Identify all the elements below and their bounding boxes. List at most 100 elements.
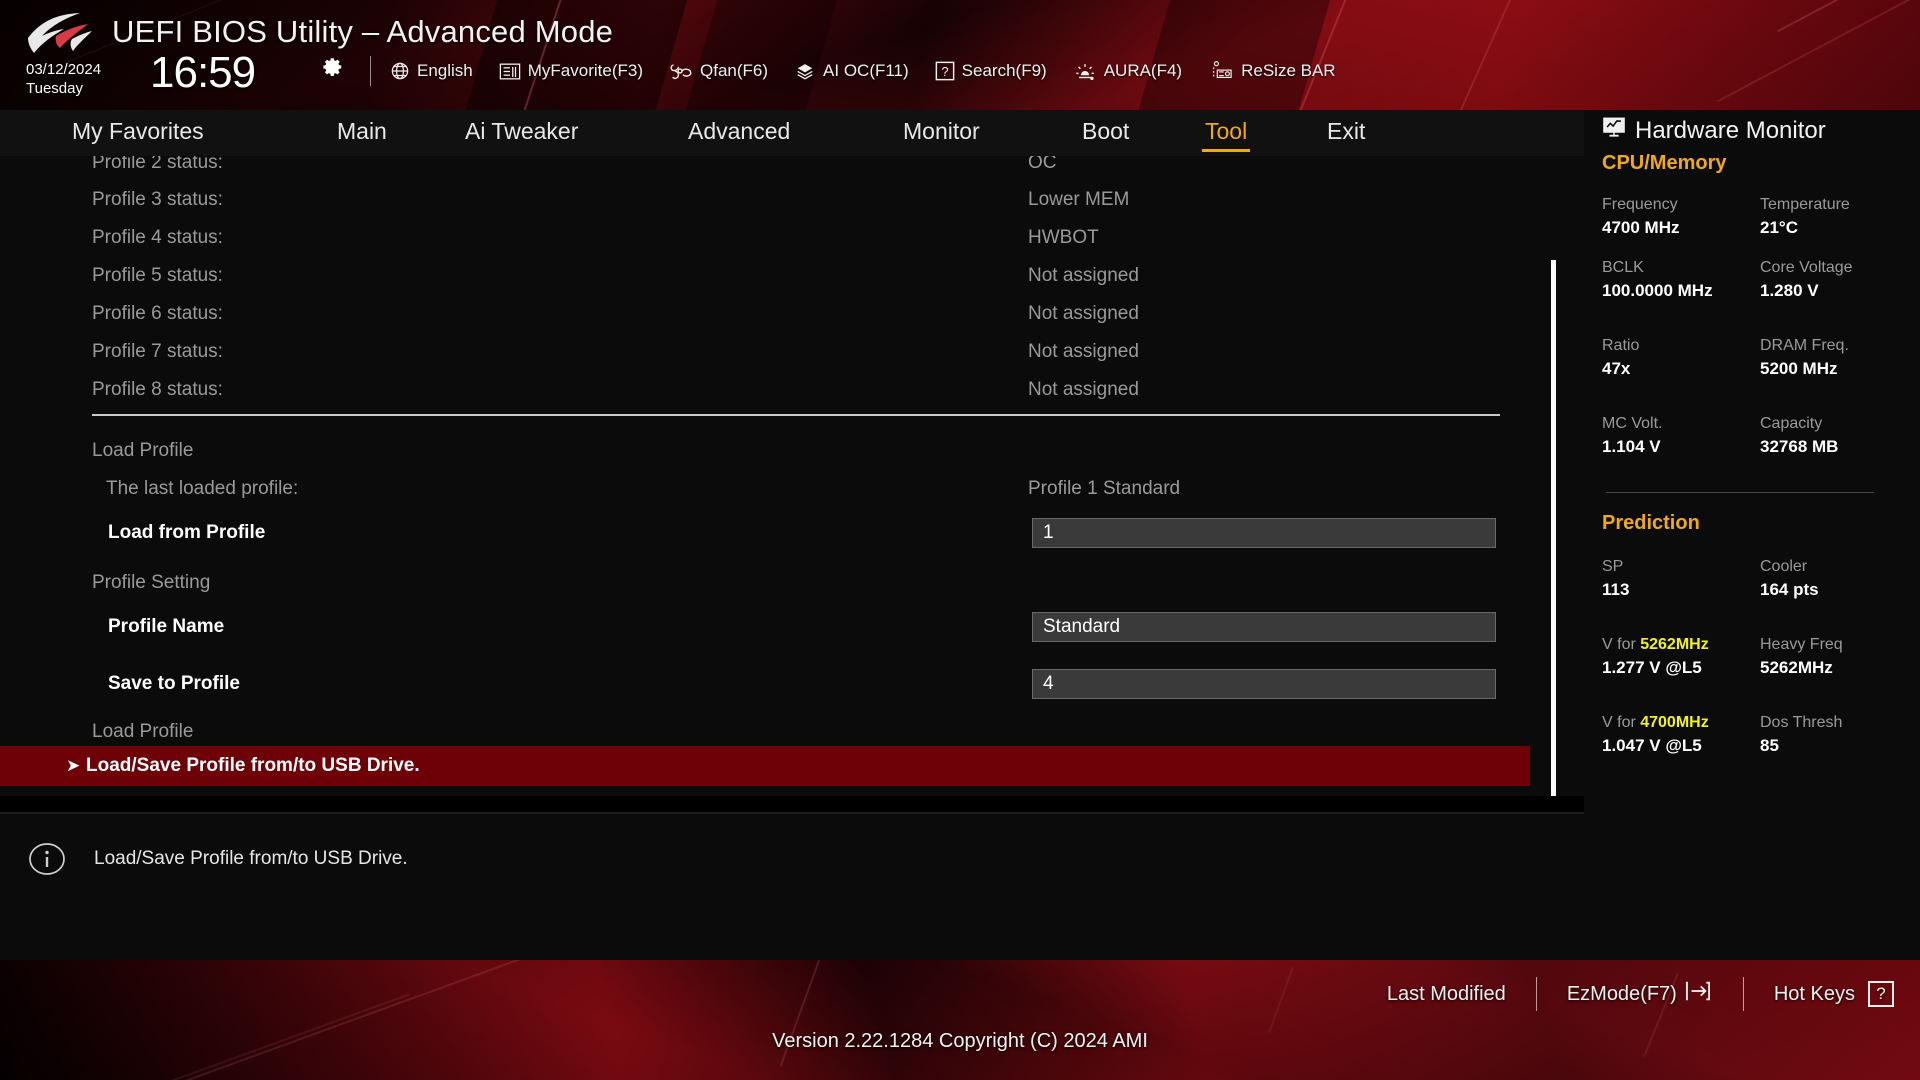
hw-label-highlight: 5262MHz (1640, 636, 1709, 653)
resize-bar-button[interactable]: ReSize BAR (1208, 60, 1336, 82)
profile-name-input[interactable]: Standard (1032, 612, 1496, 642)
hw-label-prefix: V for (1602, 714, 1641, 731)
resize-bar-label: ReSize BAR (1241, 61, 1336, 80)
fan-icon (669, 61, 693, 82)
info-icon (28, 840, 66, 878)
hw-label: SP (1602, 558, 1624, 575)
table-row[interactable]: Profile 7 status: Not assigned (0, 333, 1584, 371)
hw-cell-frequency: Frequency 4700 MHz (1602, 196, 1760, 238)
chevron-right-icon: ➤ (66, 756, 81, 775)
table-row[interactable]: Profile 8 status: Not assigned (0, 371, 1584, 409)
list-icon (499, 62, 521, 81)
tab-tool[interactable]: Tool (1201, 118, 1251, 152)
gear-icon[interactable] (322, 56, 344, 78)
hw-value: 1.104 V (1602, 437, 1661, 456)
hw-label: Core Voltage (1760, 259, 1853, 276)
hw-value: 113 (1602, 580, 1630, 599)
row-load-from-profile[interactable]: Load from Profile 1 (0, 514, 1584, 552)
exit-arrow-icon (1683, 979, 1713, 1009)
hardware-monitor-panel: Hardware Monitor CPU/Memory Frequency 47… (1584, 110, 1920, 960)
header-tool-list: English MyFavorite(F3) Qfan(F6) AI OC(F1… (390, 56, 1362, 86)
menu-item-load-save-usb[interactable]: ➤ Load/Save Profile from/to USB Drive. (0, 746, 1530, 786)
hw-cell-capacity: Capacity 32768 MB (1760, 415, 1910, 457)
myfavorite-label: MyFavorite(F3) (527, 61, 643, 80)
row-label: The last loaded profile: (106, 478, 299, 499)
language-button[interactable]: English (390, 61, 473, 81)
row-label: Profile 2 status: (92, 156, 223, 173)
hw-cell-v-for-5262: V for 5262MHz 1.277 V @L5 (1602, 636, 1760, 678)
section-divider (92, 414, 1500, 416)
row-label: Load from Profile (108, 522, 266, 543)
section-header-load-profile-1: Load Profile (0, 432, 1584, 470)
hw-cell-core-voltage: Core Voltage 1.280 V (1760, 259, 1910, 301)
ai-oc-button[interactable]: AI OC(F11) (794, 61, 909, 81)
table-row[interactable]: Profile 4 status: HWBOT (0, 219, 1584, 257)
tab-ai-tweaker[interactable]: Ai Tweaker (465, 118, 578, 148)
date-value: 03/12/2024 (26, 61, 102, 78)
table-row[interactable]: Profile 3 status: Lower MEM (0, 181, 1584, 219)
gpu-icon (1208, 60, 1234, 82)
search-label: Search(F9) (961, 61, 1047, 80)
hw-value: 21°C (1760, 218, 1798, 237)
hw-cell-dram-freq: DRAM Freq. 5200 MHz (1760, 337, 1910, 379)
hw-label: V for 4700MHz (1602, 714, 1760, 732)
hotkeys-key-icon: ? (1868, 981, 1894, 1007)
hardware-monitor-title-label: Hardware Monitor (1635, 116, 1826, 144)
svg-text:?: ? (941, 64, 948, 79)
ai-oc-label: AI OC(F11) (823, 61, 909, 80)
hw-cell-v-for-4700: V for 4700MHz 1.047 V @L5 (1602, 714, 1760, 756)
section-header-profile-setting: Profile Setting (0, 564, 1584, 602)
footer-divider (1742, 977, 1744, 1011)
tab-boot[interactable]: Boot (1082, 118, 1129, 148)
tab-my-favorites[interactable]: My Favorites (72, 118, 204, 148)
qfan-label: Qfan(F6) (700, 61, 769, 80)
input-value: 4 (1043, 673, 1054, 694)
row-value: Not assigned (1028, 341, 1139, 362)
last-modified-button[interactable]: Last Modified (1387, 983, 1506, 1006)
footer-bar: Last Modified EzMode(F7) Hot Keys ? Vers… (0, 960, 1920, 1080)
row-value: Not assigned (1028, 379, 1139, 400)
section-label: Load Profile (92, 440, 194, 461)
hw-label: V for 5262MHz (1602, 636, 1760, 654)
row-value: Profile 1 Standard (1028, 478, 1181, 499)
footer-actions: Last Modified EzMode(F7) Hot Keys ? (1387, 974, 1894, 1014)
hw-value: 4700 MHz (1602, 218, 1680, 237)
row-value: Not assigned (1028, 265, 1139, 286)
load-from-profile-input[interactable]: 1 (1032, 518, 1496, 548)
tab-main[interactable]: Main (337, 118, 387, 148)
hotkeys-button[interactable]: Hot Keys ? (1774, 981, 1894, 1007)
help-text: Load/Save Profile from/to USB Drive. (94, 848, 408, 869)
aura-button[interactable]: AURA(F4) (1073, 61, 1182, 82)
myfavorite-button[interactable]: MyFavorite(F3) (499, 61, 643, 81)
tab-exit[interactable]: Exit (1327, 118, 1365, 148)
hw-section-prediction: Prediction (1602, 512, 1700, 534)
hw-value: 164 pts (1760, 580, 1819, 599)
qfan-button[interactable]: Qfan(F6) (669, 61, 768, 82)
row-label: Profile 4 status: (92, 227, 223, 248)
hw-value: 32768 MB (1760, 437, 1839, 456)
table-row[interactable]: Profile 6 status: Not assigned (0, 295, 1584, 333)
tab-advanced[interactable]: Advanced (688, 118, 790, 148)
language-label: English (417, 61, 473, 80)
hw-label: Ratio (1602, 337, 1640, 354)
row-profile-name[interactable]: Profile Name Standard (0, 608, 1584, 646)
footer-divider (1535, 977, 1537, 1011)
hotkeys-label: Hot Keys (1773, 982, 1855, 1005)
rog-logo-icon (22, 12, 96, 56)
settings-list: Profile 2 status: OC Profile 3 status: L… (0, 156, 1584, 796)
hw-value: 47x (1602, 359, 1631, 378)
bios-screen: UEFI BIOS Utility – Advanced Mode 03/12/… (0, 0, 1920, 1080)
hw-label: Heavy Freq (1760, 636, 1843, 653)
ezmode-button[interactable]: EzMode(F7) (1567, 979, 1713, 1009)
save-to-profile-input[interactable]: 4 (1032, 669, 1496, 699)
hw-label: Cooler (1760, 558, 1808, 575)
tab-monitor[interactable]: Monitor (903, 118, 980, 148)
table-row[interactable]: Profile 5 status: Not assigned (0, 257, 1584, 295)
hw-cell-sp: SP 113 (1602, 558, 1760, 600)
search-button[interactable]: ? Search(F9) (935, 61, 1047, 81)
row-label: Profile 7 status: (92, 341, 223, 362)
scrollbar-thumb[interactable] (1551, 260, 1556, 796)
table-row[interactable]: Profile 2 status: OC (0, 156, 1584, 182)
globe-icon (390, 61, 410, 81)
row-save-to-profile[interactable]: Save to Profile 4 (0, 665, 1584, 703)
